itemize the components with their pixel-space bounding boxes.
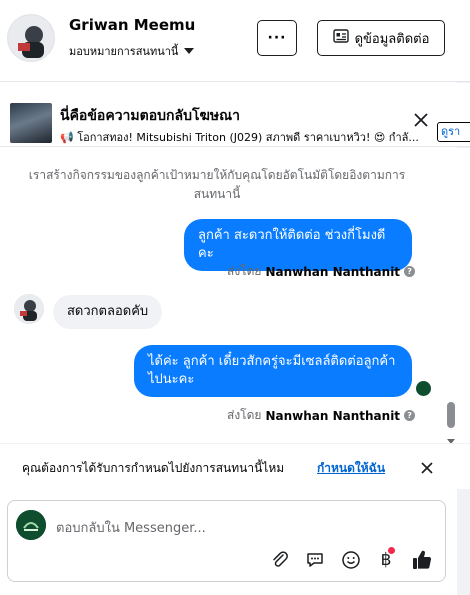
- seen-avatar: [416, 381, 431, 396]
- close-icon[interactable]: [420, 460, 434, 474]
- customer-name: Griwan Meemu: [69, 16, 196, 34]
- chevron-down-icon: [184, 48, 195, 54]
- assign-prompt: คุณต้องการได้รับการกำหนดไปยังการสนทนานี้…: [0, 443, 470, 489]
- baht-icon[interactable]: ฿: [375, 547, 397, 571]
- conversation-header: Griwan Meemu มอบหมายการสนทนานี้ ··· ดูข้…: [0, 0, 470, 82]
- close-icon[interactable]: [413, 112, 429, 128]
- message-bubble-outgoing[interactable]: ได้ค่ะ ลูกค้า เดี๋ยวสักครู่จะมีเซลล์ติดต…: [134, 345, 412, 397]
- view-ad-button[interactable]: ดูรา: [437, 122, 470, 142]
- customer-avatar-small[interactable]: [14, 294, 44, 324]
- ad-thumbnail[interactable]: [10, 103, 52, 143]
- ad-reply-banner: นี่คือข้อความตอบกลับโฆษณา 📢 โอกาสทอง! Mi…: [0, 83, 470, 147]
- scroll-down-arrow-icon[interactable]: [446, 431, 456, 444]
- more-options-button[interactable]: ···: [257, 20, 297, 56]
- info-icon[interactable]: ?: [404, 410, 416, 421]
- customer-avatar[interactable]: [7, 14, 55, 62]
- thumbs-up-icon[interactable]: [411, 549, 433, 571]
- sent-by-prefix: ส่งโดย: [227, 408, 262, 422]
- ad-reply-title: นี่คือข้อความตอบกลับโฆษณา: [60, 108, 240, 124]
- sent-by-label: ส่งโดย Nanwhan Nanthanit ?: [227, 262, 416, 281]
- message-composer[interactable]: ตอบกลับใน Messenger... ฿: [7, 500, 446, 582]
- sent-by-label: ส่งโดย Nanwhan Nanthanit ?: [227, 406, 416, 425]
- sent-by-name: Nanwhan Nanthanit: [265, 264, 401, 279]
- sent-by-prefix: ส่งโดย: [227, 264, 262, 278]
- saved-reply-icon[interactable]: [304, 549, 326, 571]
- info-icon[interactable]: ?: [404, 266, 416, 277]
- assign-label: มอบหมายการสนทนานี้: [69, 45, 179, 58]
- view-contact-label: ดูข้อมูลติดต่อ: [354, 31, 430, 47]
- reply-input[interactable]: ตอบกลับใน Messenger...: [56, 517, 206, 538]
- assign-dropdown[interactable]: มอบหมายการสนทนานี้: [69, 42, 195, 60]
- ad-snippet: 📢 โอกาสทอง! Mitsubishi Triton (J029) สภา…: [60, 131, 419, 144]
- chat-scrollbar-thumb[interactable]: [447, 402, 455, 428]
- assign-to-me-link[interactable]: กำหนดให้ฉัน: [317, 459, 385, 478]
- message-thread: เราสร้างกิจกรรมของลูกค้าเป้าหมายให้กับคุ…: [0, 148, 470, 444]
- attachment-icon[interactable]: [269, 549, 291, 571]
- notification-dot: [388, 547, 395, 554]
- lead-activity-notice: เราสร้างกิจกรรมของลูกค้าเป้าหมายให้กับคุ…: [28, 168, 406, 201]
- assign-prompt-text: คุณต้องการได้รับการกำหนดไปยังการสนทนานี้…: [22, 461, 285, 475]
- page-avatar: [16, 510, 46, 540]
- emoji-icon[interactable]: [340, 549, 362, 571]
- message-bubble-incoming[interactable]: สดวกตลอดคับ: [53, 295, 163, 329]
- view-contact-button[interactable]: ดูข้อมูลติดต่อ: [317, 20, 445, 56]
- sent-by-name: Nanwhan Nanthanit: [265, 408, 401, 423]
- contact-card-icon: [332, 29, 349, 47]
